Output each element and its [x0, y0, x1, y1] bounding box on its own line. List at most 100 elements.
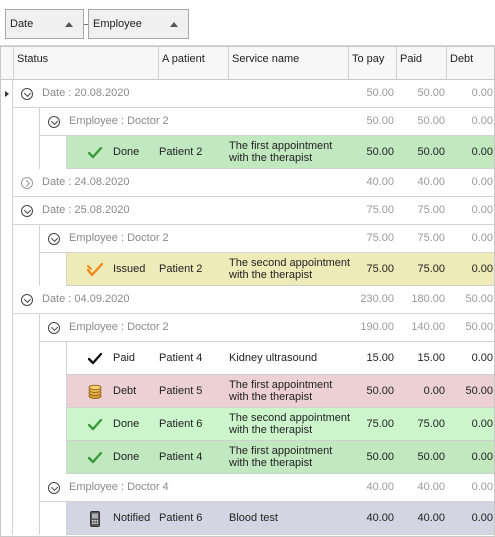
group-row-employee[interactable]: Employee : Doctor 2 75.00 75.00 0.00: [1, 225, 494, 253]
group-label-date: Date : 20.08.2020: [42, 87, 130, 99]
cell-paid: 50.00: [417, 87, 445, 99]
cell-service-line-2: with the therapist: [229, 152, 313, 164]
group-row-date[interactable]: Date : 25.08.2020 75.00 75.00 0.00: [1, 197, 494, 225]
cell-to-pay: 50.00: [366, 115, 394, 127]
cell-paid: 75.00: [417, 232, 445, 244]
cell-to-pay: 75.00: [366, 263, 394, 275]
cell-paid: 50.00: [417, 451, 445, 463]
row-content: Paid Patient 4 Kidney ultrasound 15.00 15.00…: [67, 342, 494, 375]
column-header-debt[interactable]: Debt: [446, 47, 494, 80]
cell-patient: Patient 6: [159, 512, 203, 524]
group-indent: [13, 108, 40, 136]
group-row-employee[interactable]: Employee : Doctor 2 190.00 140.00 50.00: [1, 314, 494, 342]
cell-service-line-1: The second appointment: [229, 412, 351, 424]
cell-status: Debt: [113, 385, 137, 397]
column-header-paid[interactable]: Paid: [396, 47, 446, 80]
column-header-service[interactable]: Service name: [228, 47, 348, 80]
cell-to-pay: 50.00: [366, 451, 394, 463]
group-row-date[interactable]: Date : 04.09.2020 230.00 180.00 50.00: [1, 286, 494, 314]
visits-grid: Status A patient Service name To pay Pai…: [0, 46, 495, 537]
cell-paid: 40.00: [417, 176, 445, 188]
group-chip-date[interactable]: Date: [5, 9, 84, 39]
column-header-status[interactable]: Status: [13, 47, 158, 80]
row-indicator: [1, 286, 13, 314]
cell-debt: 0.00: [471, 352, 493, 364]
cell-patient: Patient 6: [159, 418, 203, 430]
collapse-icon[interactable]: [21, 88, 33, 100]
cell-status: Done: [113, 146, 140, 158]
row-content: Notified Patient 6 Blood test 40.00 40.00 0.0…: [67, 502, 494, 535]
collapse-icon[interactable]: [48, 482, 60, 494]
cell-service-line-1: The first appointment: [229, 379, 333, 391]
cell-debt: 50.00: [465, 385, 493, 397]
cell-to-pay: 75.00: [366, 204, 394, 216]
row-content: Done Patient 2 The first appointment with t…: [67, 136, 494, 169]
table-row[interactable]: Done Patient 4 The first appointment with t…: [1, 441, 494, 474]
cell-debt: 0.00: [471, 263, 493, 275]
cell-service-line-1: The first appointment: [229, 140, 333, 152]
group-indent: [40, 342, 67, 375]
orange-check-icon: [87, 262, 103, 278]
group-label-employee: Employee : Doctor 2: [69, 232, 169, 244]
green-check-icon: [87, 417, 103, 433]
row-indicator: [1, 342, 13, 375]
cell-service-line-2: with the therapist: [229, 424, 313, 436]
cell-service-line-1: The second appointment: [229, 257, 351, 269]
row-content: Debt Patient 5 The first appointment with t…: [67, 375, 494, 408]
group-indent: [13, 375, 40, 408]
group-row-employee[interactable]: Employee : Doctor 2 50.00 50.00 0.00: [1, 108, 494, 136]
cell-debt: 0.00: [471, 418, 493, 430]
cell-service-line-2: with the therapist: [229, 269, 313, 281]
group-row-date[interactable]: Date : 20.08.2020 50.00 50.00 0.00: [1, 80, 494, 108]
group-row-employee[interactable]: Employee : Doctor 4 40.00 40.00 0.00: [1, 474, 494, 502]
group-indent: [40, 441, 67, 474]
group-indent: [13, 136, 40, 169]
green-check-icon: [87, 450, 103, 466]
cell-patient: Patient 5: [159, 385, 203, 397]
collapse-icon[interactable]: [21, 294, 33, 306]
group-label-date: Date : 25.08.2020: [42, 204, 130, 216]
cell-status: Done: [113, 418, 140, 430]
column-header-to-pay[interactable]: To pay: [348, 47, 396, 80]
cell-status: Issued: [113, 263, 146, 275]
group-chip-employee[interactable]: Employee: [88, 9, 189, 39]
cell-status: Paid: [113, 352, 136, 364]
column-header-patient[interactable]: A patient: [158, 47, 228, 80]
cell-to-pay: 40.00: [366, 176, 394, 188]
cell-status: Notified: [113, 512, 151, 524]
cell-paid: 40.00: [417, 481, 445, 493]
table-row[interactable]: Paid Patient 4 Kidney ultrasound 15.00 15.00…: [1, 342, 494, 375]
collapse-icon[interactable]: [48, 116, 60, 128]
table-row[interactable]: Done Patient 6 The second appointment with …: [1, 408, 494, 441]
table-row[interactable]: Debt Patient 5 The first appointment with t…: [1, 375, 494, 408]
cell-to-pay: 15.00: [366, 352, 394, 364]
cell-paid: 15.00: [417, 352, 445, 364]
sort-ascending-icon: [65, 22, 73, 27]
collapse-icon[interactable]: [48, 233, 60, 245]
table-row[interactable]: Issued Patient 2 The second appointment wit…: [1, 253, 494, 286]
collapse-icon[interactable]: [21, 205, 33, 217]
cell-status: Done: [113, 451, 140, 463]
coins-icon: [87, 384, 103, 400]
group-by-panel: Date Employee: [0, 0, 495, 46]
group-indent: [13, 342, 40, 375]
cell-paid: 40.00: [417, 512, 445, 524]
cell-to-pay: 190.00: [360, 321, 394, 333]
sort-ascending-icon: [170, 22, 178, 27]
green-check-icon: [87, 145, 103, 161]
cell-paid: 180.00: [411, 293, 445, 305]
cell-service-line-2: with the therapist: [229, 391, 313, 403]
group-row-date[interactable]: Date : 24.08.2020 40.00 40.00 0.00: [1, 169, 494, 197]
cell-to-pay: 40.00: [366, 512, 394, 524]
cell-debt: 0.00: [471, 232, 493, 244]
cell-debt: 0.00: [471, 481, 493, 493]
table-row[interactable]: Done Patient 2 The first appointment with t…: [1, 136, 494, 169]
cell-to-pay: 50.00: [366, 87, 394, 99]
group-chip-label: Date: [10, 18, 34, 30]
cell-paid: 50.00: [417, 146, 445, 158]
group-indent: [13, 474, 40, 502]
cell-paid: 75.00: [417, 263, 445, 275]
table-row[interactable]: Notified Patient 6 Blood test 40.00 40.00 0.0…: [1, 502, 494, 535]
collapse-icon[interactable]: [48, 322, 60, 334]
expand-icon[interactable]: [21, 177, 33, 189]
